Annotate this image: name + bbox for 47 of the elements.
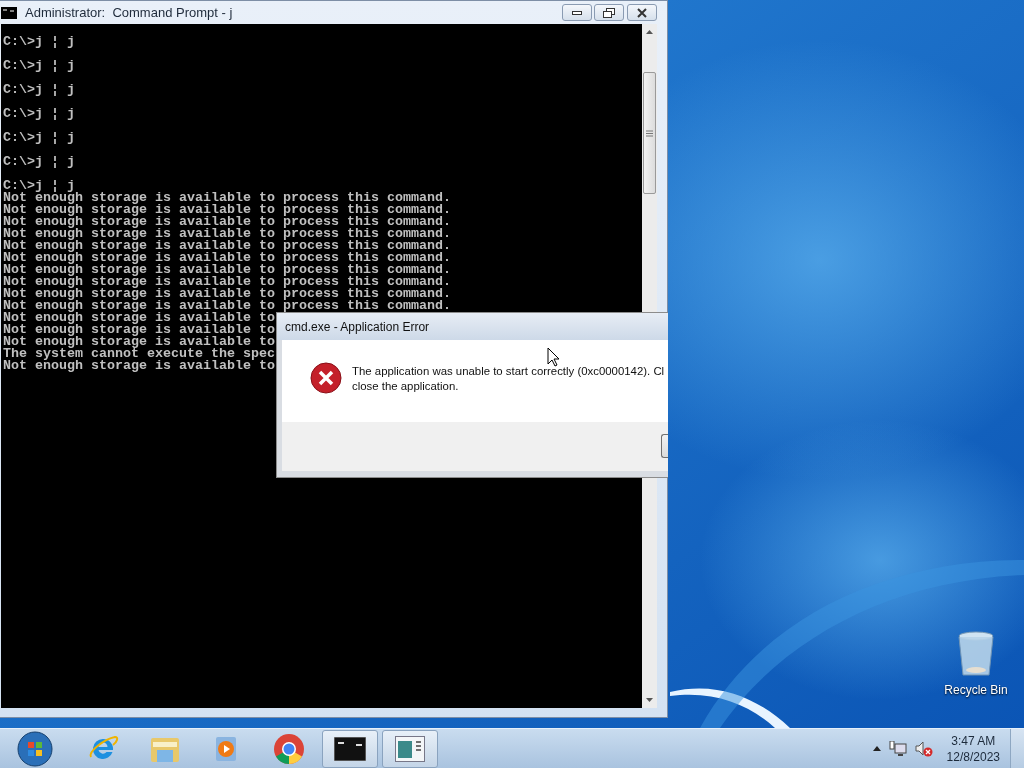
output-line: Not enough storage is available to xyxy=(3,312,275,324)
start-orb-icon xyxy=(17,730,53,767)
output-line: Not enough storage is available to process this command. xyxy=(3,192,451,204)
output-line: Not enough storage is available to process this command. xyxy=(3,240,451,252)
command-line: C:\>j ¦ j xyxy=(3,132,75,144)
minimize-button[interactable] xyxy=(562,4,592,21)
dialog-title: cmd.exe - Application Error xyxy=(277,313,668,340)
output-line: Not enough storage is available to process this command. xyxy=(3,300,451,312)
restore-button[interactable] xyxy=(594,4,624,21)
output-line: The system cannot execute the spec xyxy=(3,348,275,360)
restore-icon xyxy=(603,7,615,18)
output-line: Not enough storage is available to process this command. xyxy=(3,276,451,288)
output-line: Not enough storage is available to xyxy=(3,360,275,372)
output-line: Not enough storage is available to process this command. xyxy=(3,228,451,240)
output-line: Not enough storage is available to xyxy=(3,324,275,336)
close-button[interactable] xyxy=(627,4,657,21)
taskbar-button[interactable] xyxy=(322,729,378,768)
scroll-down-icon[interactable] xyxy=(646,698,653,702)
minimize-icon xyxy=(572,10,582,15)
window-icon xyxy=(395,735,425,762)
recycle-bin-icon[interactable] xyxy=(956,630,996,678)
error-message-line: The application was unable to start correctly (0xc0000142). Cl xyxy=(352,364,665,379)
command-line: C:\>j ¦ j xyxy=(3,156,75,168)
desktop-icon-label[interactable]: Recycle Bin xyxy=(944,683,1008,697)
output-line: Not enough storage is available to process this command. xyxy=(3,216,451,228)
window-title: Administrator: Command Prompt - j xyxy=(25,5,234,20)
terminal-icon xyxy=(334,736,366,761)
error-icon xyxy=(310,362,342,394)
output-line: Not enough storage is available to process this command. xyxy=(3,204,451,216)
error-message-line: close the application. xyxy=(352,379,460,394)
command-line: C:\>j ¦ j xyxy=(3,108,75,120)
chrome-icon xyxy=(273,732,305,765)
dialog-button[interactable] xyxy=(661,434,668,458)
output-line: Not enough storage is available to process this command. xyxy=(3,252,451,264)
output-line: Not enough storage is available to process this command. xyxy=(3,288,451,300)
mouse-cursor-icon xyxy=(547,347,560,367)
command-line: C:\>j ¦ j xyxy=(3,180,75,192)
scroll-up-icon[interactable] xyxy=(646,30,653,34)
command-line: C:\>j ¦ j xyxy=(3,36,75,48)
scroll-thumb[interactable] xyxy=(643,72,656,194)
terminal-icon xyxy=(1,6,17,19)
close-icon xyxy=(637,7,647,18)
output-line: Not enough storage is available to xyxy=(3,336,275,348)
output-line: Not enough storage is available to process this command. xyxy=(3,264,451,276)
clock[interactable]: 3:47 AM 12/8/2023 xyxy=(936,732,1010,765)
command-line: C:\>j ¦ j xyxy=(3,84,75,96)
command-line: C:\>j ¦ j xyxy=(3,60,75,72)
